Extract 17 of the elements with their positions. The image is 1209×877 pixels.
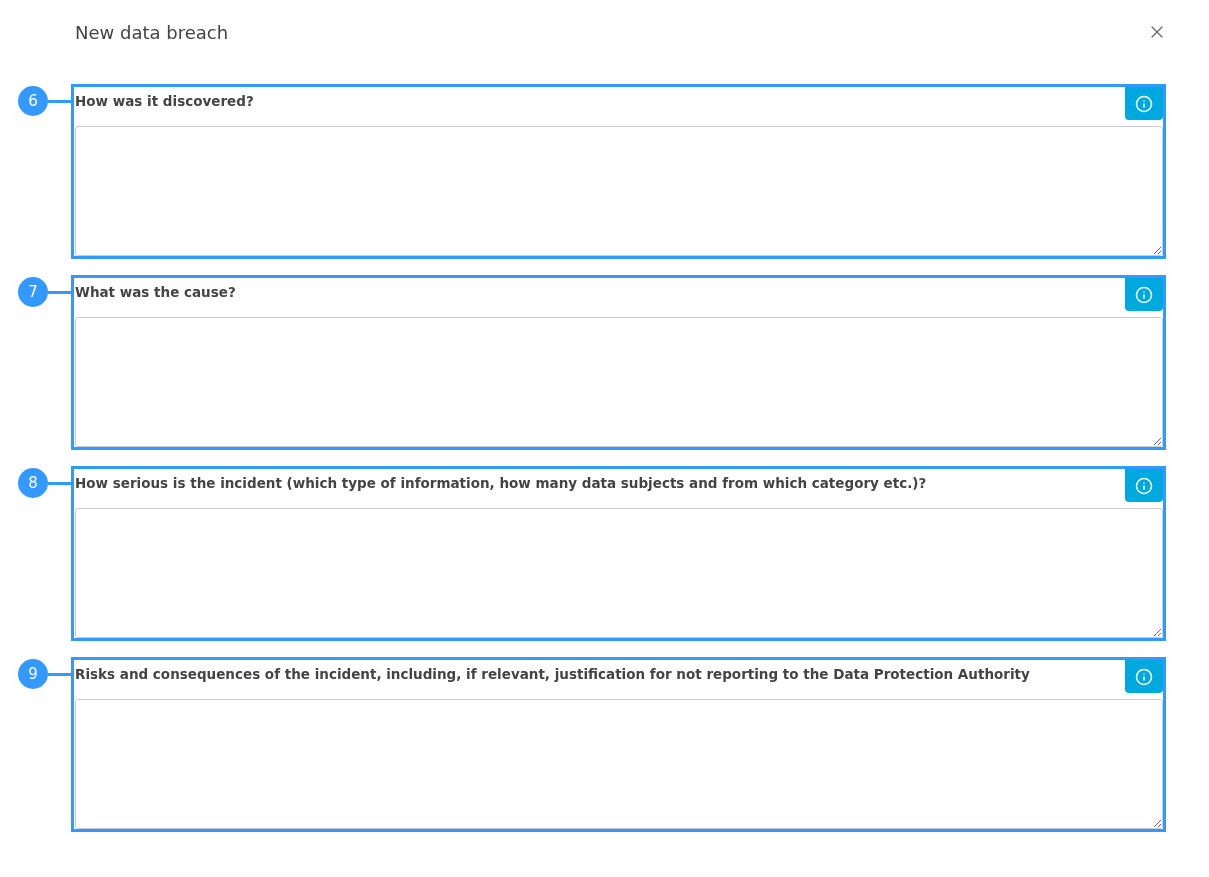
info-button[interactable]: [1125, 278, 1163, 311]
info-icon: [1135, 476, 1153, 495]
question-label: Risks and consequences of the incident, including, if relevant, justification for not reporting to the Data Protection Authority: [74, 665, 1030, 683]
info-button[interactable]: [1125, 660, 1163, 693]
info-icon: [1135, 667, 1153, 686]
info-icon: [1135, 94, 1153, 113]
step-number-badge: 8: [18, 468, 48, 498]
info-button[interactable]: [1125, 87, 1163, 120]
step-number-badge: 6: [18, 86, 48, 116]
info-icon: [1135, 285, 1153, 304]
step-number-badge: 7: [18, 277, 48, 307]
step-number-badge: 9: [18, 659, 48, 689]
question-label: How serious is the incident (which type of information, how many data subjects and from which category etc.)?: [74, 474, 927, 492]
question-label: How was it discovered?: [74, 92, 254, 110]
question-label: What was the cause?: [74, 283, 236, 301]
info-button[interactable]: [1125, 469, 1163, 502]
dialog-title: New data breach: [75, 21, 229, 43]
